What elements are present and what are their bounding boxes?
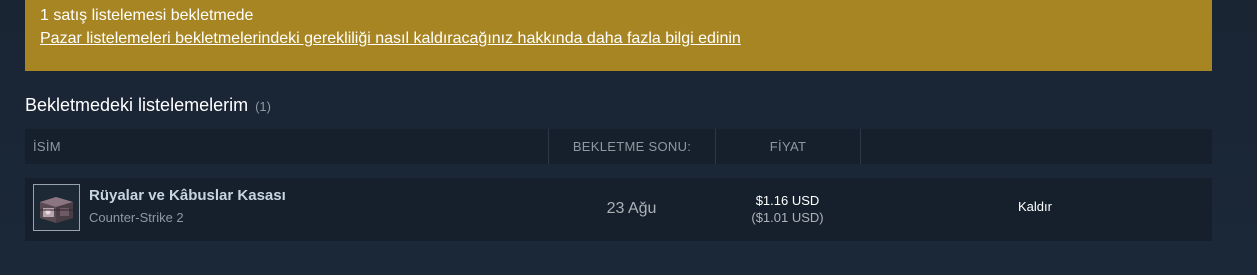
item-name[interactable]: Rüyalar ve Kâbuslar Kasası bbox=[89, 187, 286, 204]
remove-listing-button[interactable]: Kaldır bbox=[985, 199, 1085, 214]
section-title-label: Bekletmedeki listelemelerim bbox=[25, 95, 249, 115]
hold-end-date: 23 Ağu bbox=[606, 200, 657, 217]
case-icon[interactable] bbox=[33, 184, 80, 231]
column-header-price[interactable]: FİYAT bbox=[715, 129, 861, 164]
column-header-hold-end[interactable]: BEKLETME SONU: bbox=[548, 129, 715, 164]
section-title: Bekletmedeki listelemelerim (1) bbox=[25, 94, 271, 118]
page: 1 satış listelemesi bekletmede Pazar lis… bbox=[0, 0, 1257, 275]
listings-table-header: İSİM BEKLETME SONU: FİYAT bbox=[25, 129, 1212, 164]
listing-count: (1) bbox=[255, 99, 271, 114]
column-header-name[interactable]: İSİM bbox=[33, 129, 61, 164]
buyer-price: $1.16 USD bbox=[755, 193, 820, 208]
hold-notice-banner: 1 satış listelemesi bekletmede Pazar lis… bbox=[25, 0, 1212, 71]
item-game: Counter-Strike 2 bbox=[89, 210, 184, 225]
seller-receives-price: ($1.01 USD) bbox=[751, 210, 824, 225]
hold-info-link[interactable]: Pazar listelemeleri bekletmelerindeki ge… bbox=[40, 29, 741, 49]
table-row: Rüyalar ve Kâbuslar Kasası Counter-Strik… bbox=[25, 178, 1212, 241]
price-cell: $1.16 USD ($1.01 USD) bbox=[715, 192, 860, 226]
hold-notice-title: 1 satış listelemesi bekletmede bbox=[40, 7, 254, 24]
